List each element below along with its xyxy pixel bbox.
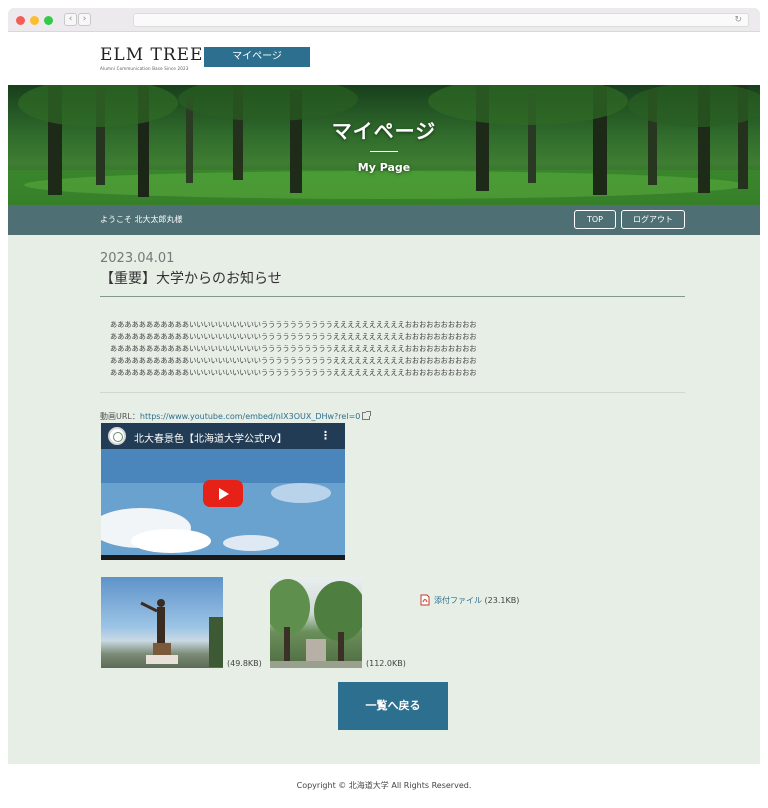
external-link-icon[interactable] bbox=[362, 411, 372, 420]
body-line: あああああああああああいいいいいいいいいいううううううううううえええええええええ… bbox=[110, 356, 477, 365]
forward-arrow-icon[interactable]: › bbox=[78, 13, 91, 26]
more-vert-icon[interactable]: ⋮ bbox=[320, 429, 331, 442]
body-line: あああああああああああいいいいいいいいいいううううううううううえええええええええ… bbox=[110, 344, 477, 353]
address-bar[interactable]: ↻ bbox=[133, 13, 749, 27]
video-url-label: 動画URL： bbox=[100, 412, 140, 421]
logo-tagline: Alumni Communication Base Since 2023 bbox=[100, 66, 189, 71]
video-bottom-bar bbox=[101, 555, 345, 560]
close-window-icon[interactable] bbox=[16, 16, 25, 25]
body-line: あああああああああああいいいいいいいいいいううううううううううえええええええええ… bbox=[110, 320, 477, 329]
welcome-bar: ようこそ 北大太郎丸様 TOP ログアウト bbox=[8, 205, 760, 235]
maximize-window-icon[interactable] bbox=[44, 16, 53, 25]
statue-illustration bbox=[140, 599, 223, 667]
minimize-window-icon[interactable] bbox=[30, 16, 39, 25]
browser-chrome: ‹ › ↻ bbox=[8, 8, 760, 32]
attachment-link[interactable]: 添付ファイル (23.1KB) bbox=[420, 594, 519, 606]
hero-subtitle: My Page bbox=[357, 161, 411, 174]
forest-background bbox=[8, 85, 760, 205]
video-url-row: 動画URL：https://www.youtube.com/embed/nIX3… bbox=[100, 411, 372, 422]
channel-avatar[interactable] bbox=[108, 427, 126, 445]
reload-icon[interactable]: ↻ bbox=[734, 14, 742, 26]
article-body: あああああああああああいいいいいいいいいいううううううううううえええええええええ… bbox=[110, 319, 670, 379]
youtube-play-icon[interactable] bbox=[203, 480, 243, 507]
attachment-label[interactable]: 添付ファイル bbox=[434, 596, 482, 605]
video-url-link[interactable]: https://www.youtube.com/embed/nIX3OUX_DH… bbox=[140, 412, 360, 421]
page: ELM TREE Alumni Communication Base Since… bbox=[8, 33, 760, 808]
image-statue[interactable] bbox=[101, 577, 223, 668]
video-title[interactable]: 北大春景色【北海道大学公式PV】 bbox=[134, 430, 287, 445]
hero-title: マイページ bbox=[331, 119, 437, 143]
logo-text: ELM TREE bbox=[100, 45, 204, 65]
body-line: あああああああああああいいいいいいいいいいううううううううううえええええええええ… bbox=[110, 332, 477, 341]
title-divider bbox=[100, 296, 685, 297]
pdf-icon bbox=[420, 594, 430, 606]
welcome-message: ようこそ 北大太郎丸様 bbox=[100, 215, 183, 224]
video-title-bar: 北大春景色【北海道大学公式PV】 ⋮ bbox=[101, 423, 345, 449]
image-size: (49.8KB) bbox=[227, 659, 262, 668]
logout-button[interactable]: ログアウト bbox=[621, 210, 685, 229]
image-size: (112.0KB) bbox=[366, 659, 406, 668]
body-divider bbox=[100, 392, 685, 393]
top-button[interactable]: TOP bbox=[574, 210, 616, 229]
site-logo[interactable]: ELM TREE Alumni Communication Base Since… bbox=[100, 45, 203, 71]
hero-divider bbox=[370, 151, 398, 152]
back-to-list-button[interactable]: 一覧へ戻る bbox=[338, 682, 448, 730]
footer-copyright: Copyright © 北海道大学 All Rights Reserved. bbox=[8, 764, 760, 808]
main-content: 2023.04.01 【重要】大学からのお知らせ あああああああああああいいいい… bbox=[8, 235, 760, 764]
article-title: 【重要】大学からのお知らせ bbox=[100, 271, 282, 287]
back-arrow-icon[interactable]: ‹ bbox=[64, 13, 77, 26]
mypage-nav-button[interactable]: マイページ bbox=[204, 47, 310, 67]
body-line: あああああああああああいいいいいいいいいいううううううううううえええええええええ… bbox=[110, 368, 477, 377]
campus-illustration bbox=[270, 579, 362, 668]
attachment-size: (23.1KB) bbox=[484, 596, 520, 605]
article-date: 2023.04.01 bbox=[100, 251, 175, 266]
hero-banner: マイページ My Page bbox=[8, 85, 760, 205]
image-campus[interactable] bbox=[270, 577, 362, 668]
youtube-embed[interactable]: 北大春景色【北海道大学公式PV】 ⋮ bbox=[101, 423, 345, 560]
